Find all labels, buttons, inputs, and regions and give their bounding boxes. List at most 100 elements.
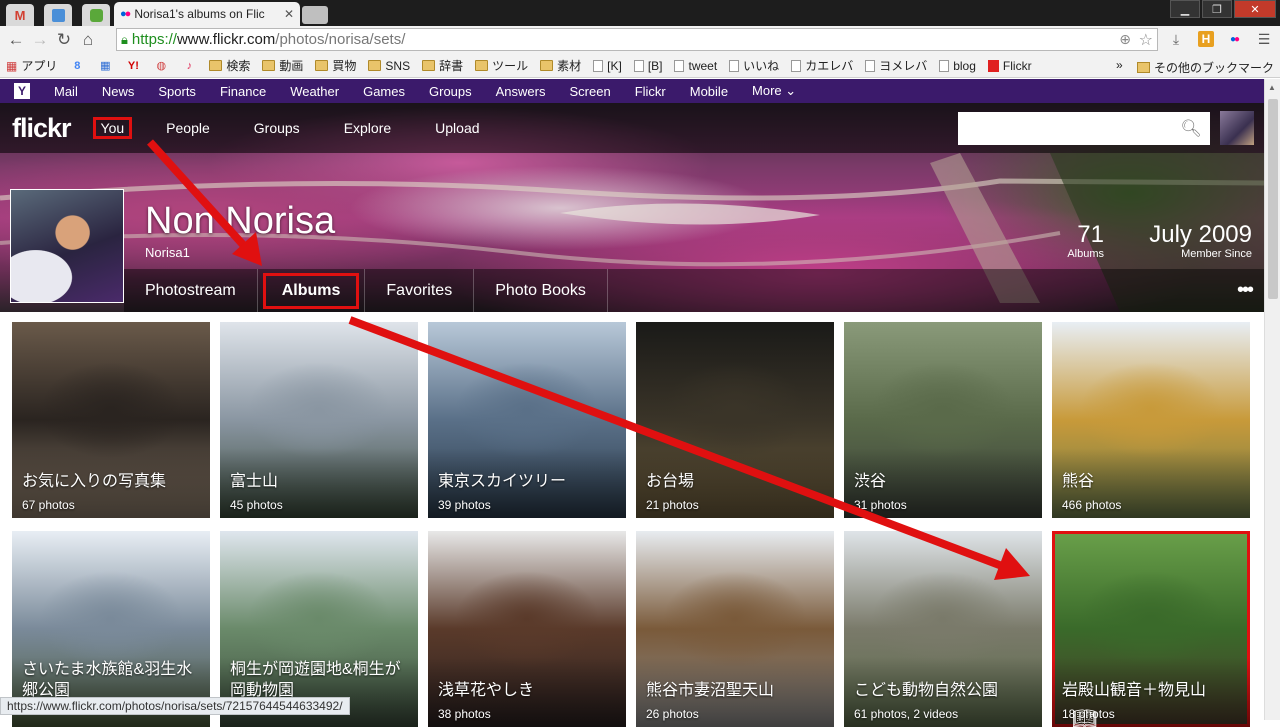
yahoo-nav-item[interactable]: Answers: [496, 84, 546, 99]
avatar[interactable]: [1220, 111, 1254, 145]
bookmark-label: 動画: [279, 59, 304, 73]
reload-icon[interactable]: ↻: [52, 28, 76, 52]
bookmark-item[interactable]: いいね: [723, 57, 785, 74]
minimize-button[interactable]: ▁: [1170, 0, 1200, 18]
bookmark-item[interactable]: ▦ アプリ: [0, 57, 63, 74]
bookmark-item[interactable]: [K]: [587, 59, 628, 73]
tab-favorites[interactable]: Favorites: [365, 269, 475, 312]
album-card[interactable]: こども動物自然公園 61 photos, 2 videos: [844, 531, 1042, 727]
app-icon: [51, 8, 65, 22]
yahoo-nav-item[interactable]: Games: [363, 84, 405, 99]
more-options-icon[interactable]: •••: [1237, 279, 1254, 302]
bookmark-star-icon[interactable]: ☆: [1139, 30, 1153, 50]
close-tab-icon[interactable]: ✕: [284, 7, 294, 21]
photo-book-icon[interactable]: 📖︎: [1072, 706, 1097, 727]
album-card[interactable]: 東京スカイツリー 39 photos: [428, 322, 626, 518]
search-input[interactable]: 🔍︎: [958, 112, 1210, 145]
folder-icon: [1136, 62, 1150, 73]
bookmark-item[interactable]: Y!: [119, 60, 147, 72]
yahoo-logo[interactable]: Y: [14, 83, 30, 99]
bookmark-item[interactable]: ♪: [175, 60, 203, 72]
bookmark-item[interactable]: ◍: [147, 59, 175, 72]
home-icon[interactable]: ⌂: [76, 28, 100, 52]
yahoo-nav-item[interactable]: Weather: [290, 84, 339, 99]
nav-upload[interactable]: Upload: [431, 118, 483, 138]
yahoo-nav-item[interactable]: Groups: [429, 84, 472, 99]
page-scrollbar[interactable]: ▲: [1264, 79, 1280, 720]
album-card[interactable]: お台場 21 photos: [636, 322, 834, 518]
bookmark-item[interactable]: ツール: [469, 57, 534, 74]
albums-count: 71: [1077, 221, 1104, 248]
download-icon[interactable]: ⤓: [1166, 29, 1186, 49]
folder-icon: [315, 60, 329, 71]
album-card[interactable]: 富士山 45 photos: [220, 322, 418, 518]
album-title: 渋谷: [854, 473, 887, 490]
bookmark-label: ヨメレバ: [879, 59, 928, 73]
bookmark-item[interactable]: tweet: [668, 59, 723, 73]
scroll-up-icon[interactable]: ▲: [1268, 83, 1276, 92]
bookmark-item[interactable]: ▦: [91, 59, 119, 72]
page-icon: [633, 59, 644, 72]
tab-pinned-2[interactable]: [44, 4, 72, 26]
tab-photo-books[interactable]: Photo Books: [474, 269, 608, 312]
yahoo-nav-item[interactable]: Flickr: [635, 84, 666, 99]
tab-photostream[interactable]: Photostream: [124, 269, 258, 312]
forward-arrow-icon[interactable]: →: [28, 28, 52, 52]
yahoo-nav-item[interactable]: Sports: [158, 84, 196, 99]
bookmarks-overflow-icon[interactable]: »: [1116, 58, 1123, 72]
extension-h-icon[interactable]: H: [1196, 29, 1216, 49]
album-card[interactable]: 熊谷 466 photos: [1052, 322, 1250, 518]
zoom-icon[interactable]: ⊕: [1119, 31, 1131, 48]
album-card[interactable]: 熊谷市妻沼聖天山 26 photos: [636, 531, 834, 727]
yahoo-nav-item[interactable]: Finance: [220, 84, 266, 99]
yahoo-nav-item[interactable]: Mail: [54, 84, 78, 99]
yahoo-nav-item[interactable]: Mobile: [690, 84, 728, 99]
album-card[interactable]: 渋谷 31 photos: [844, 322, 1042, 518]
profile-avatar[interactable]: [10, 189, 124, 303]
scrollbar-thumb[interactable]: [1268, 99, 1278, 299]
yahoo-nav-item[interactable]: More ⌄: [752, 83, 796, 99]
other-bookmarks[interactable]: その他のブックマーク: [1136, 59, 1274, 76]
menu-icon[interactable]: ☰: [1254, 29, 1274, 49]
bookmark-item[interactable]: ヨメレバ: [859, 57, 933, 74]
site-favicon-icon: ♪: [186, 59, 193, 72]
nav-people[interactable]: People: [162, 118, 214, 138]
bookmark-item[interactable]: 動画: [256, 57, 309, 74]
bookmark-item[interactable]: 素材: [534, 57, 587, 74]
tab-gmail[interactable]: M: [6, 4, 34, 26]
tab-albums[interactable]: Albums: [258, 269, 366, 312]
bookmark-label: SNS: [385, 58, 411, 73]
new-tab-button[interactable]: [302, 6, 328, 24]
maximize-button[interactable]: ❐: [1202, 0, 1232, 18]
bookmark-item[interactable]: 8: [63, 60, 91, 72]
album-card[interactable]: お気に入りの写真集 67 photos: [12, 322, 210, 518]
back-arrow-icon[interactable]: ←: [4, 28, 28, 52]
page-icon: [593, 59, 604, 72]
bookmark-item[interactable]: blog: [933, 59, 982, 73]
close-window-button[interactable]: ✕: [1234, 0, 1276, 18]
bookmark-item[interactable]: 買物: [309, 57, 362, 74]
yahoo-nav-item[interactable]: News: [102, 84, 135, 99]
nav-groups[interactable]: Groups: [250, 118, 304, 138]
folder-icon: [209, 60, 223, 71]
bookmark-item[interactable]: カエレバ: [785, 57, 859, 74]
url-host: www.flickr.com: [176, 31, 276, 48]
bookmark-item[interactable]: 辞書: [416, 57, 469, 74]
album-card[interactable]: 岩殿山観音＋物見山 18 photos 📖︎: [1052, 531, 1250, 727]
bookmark-item[interactable]: SNS: [362, 59, 416, 73]
tab-pinned-3[interactable]: [82, 4, 110, 26]
bookmark-item[interactable]: [B]: [628, 59, 669, 73]
yahoo-nav-item[interactable]: Screen: [570, 84, 611, 99]
nav-you[interactable]: You: [92, 117, 133, 139]
search-icon[interactable]: 🔍︎: [1180, 119, 1202, 139]
bookmark-item[interactable]: Flickr: [982, 59, 1038, 73]
album-card[interactable]: 浅草花やしき 38 photos: [428, 531, 626, 727]
folder-icon: [540, 60, 554, 71]
address-bar[interactable]: 🔒︎ https://www.flickr.com/photos/norisa/…: [116, 28, 1158, 51]
tab-active[interactable]: ●● Norisa1's albums on Flic ✕: [114, 2, 300, 26]
album-photo-count: 466 photos: [1062, 498, 1122, 512]
nav-explore[interactable]: Explore: [340, 118, 395, 138]
extension-flickr-icon[interactable]: ●●: [1224, 29, 1244, 49]
bookmark-item[interactable]: 検索: [203, 57, 256, 74]
flickr-logo[interactable]: flickr: [12, 113, 72, 144]
